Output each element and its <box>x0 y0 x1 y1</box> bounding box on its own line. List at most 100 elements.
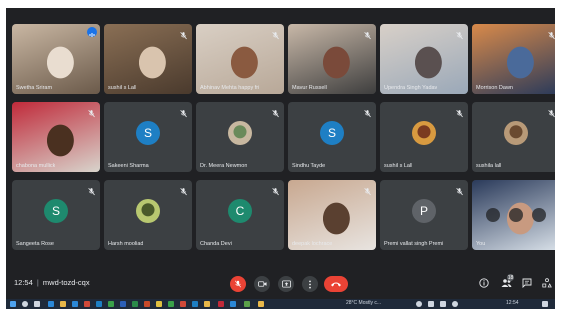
participant-video <box>472 24 555 94</box>
participant-name: Premi vallat singh Premi <box>384 241 444 247</box>
participant-tile[interactable]: P Premi vallat singh Premi <box>380 180 468 250</box>
mic-off-icon <box>271 105 280 118</box>
app-icon[interactable] <box>230 301 236 307</box>
present-icon <box>281 280 291 288</box>
participant-tile[interactable]: deepak lochrace <box>288 180 376 250</box>
people-button[interactable]: 18 <box>500 274 514 289</box>
mic-off-icon <box>455 183 464 196</box>
chrome-icon[interactable] <box>156 301 162 307</box>
participant-name: You <box>476 241 486 247</box>
participant-avatar: S <box>44 198 68 223</box>
participant-name: Chanda Devi <box>200 241 232 247</box>
notifications-icon[interactable] <box>542 301 548 307</box>
chat-button[interactable] <box>521 277 533 289</box>
participant-avatar <box>412 120 436 145</box>
participant-name: Sakeeni Sharma <box>108 163 149 169</box>
app-icon[interactable] <box>204 301 210 307</box>
edge-icon[interactable] <box>72 301 78 307</box>
app-icon[interactable] <box>180 301 186 307</box>
app-icon[interactable] <box>258 301 264 307</box>
participant-name: chabona mullick <box>16 163 56 169</box>
battery-icon[interactable] <box>440 301 446 307</box>
windows-start-icon[interactable] <box>10 301 16 307</box>
meeting-code: mwd-tozd-cqx <box>42 278 90 287</box>
participant-tile[interactable]: sushil s Lall <box>104 24 192 94</box>
mic-off-icon <box>363 183 372 196</box>
participant-name: sushila lall <box>476 163 502 169</box>
taskbar-weather[interactable]: 28°C Mostly c... <box>346 300 381 306</box>
mic-off-icon <box>271 183 280 196</box>
participant-name: deepak lochrace <box>292 241 333 247</box>
more-options-icon <box>309 279 311 289</box>
meeting-time-and-code: 12:54 | mwd-tozd-cqx <box>14 278 90 287</box>
camera-button[interactable] <box>254 276 270 292</box>
present-button[interactable] <box>278 276 294 292</box>
participant-tile[interactable]: C Chanda Devi <box>196 180 284 250</box>
leave-call-button[interactable] <box>324 276 348 292</box>
task-view-icon[interactable] <box>34 301 40 307</box>
participant-name: sushil s Lall <box>384 163 413 169</box>
app-icon[interactable] <box>96 301 102 307</box>
participant-tile[interactable]: Morrison Dawn <box>472 24 555 94</box>
frame-icon[interactable] <box>509 208 523 222</box>
participant-tile[interactable]: S Sindhu Tayde <box>288 102 376 172</box>
minimize-icon[interactable] <box>532 208 546 222</box>
participant-name: Upendra Singh Yadav <box>384 85 438 91</box>
participant-tile[interactable]: S Sakeeni Sharma <box>104 102 192 172</box>
network-icon[interactable] <box>416 301 422 307</box>
participant-tile[interactable]: Upendra Singh Yadav <box>380 24 468 94</box>
excel-icon[interactable] <box>132 301 138 307</box>
search-icon[interactable] <box>22 301 28 307</box>
participant-tile[interactable]: Abhinav Mehta happy fri <box>196 24 284 94</box>
participant-avatar: S <box>320 120 344 145</box>
taskbar-clock: 12:54 <box>506 300 519 306</box>
participant-avatar <box>228 120 252 145</box>
participant-tile[interactable]: Swetha Sriram <box>12 24 100 94</box>
participant-name: Morrison Dawn <box>476 85 513 91</box>
participant-tile[interactable]: S Sangeeta Rose <box>12 180 100 250</box>
hangup-icon <box>331 282 341 287</box>
app-icon[interactable] <box>108 301 114 307</box>
folder-icon[interactable] <box>60 301 66 307</box>
participant-name: Sangeeta Rose <box>16 241 54 247</box>
app-icon[interactable] <box>84 301 90 307</box>
camera-icon <box>257 281 267 287</box>
app-icon[interactable] <box>168 301 174 307</box>
app-icon[interactable] <box>48 301 54 307</box>
participant-tile[interactable]: Dr. Meera Newmon <box>196 102 284 172</box>
pin-icon[interactable] <box>486 208 500 222</box>
participant-tile[interactable]: You <box>472 180 555 250</box>
mic-off-icon <box>455 105 464 118</box>
participant-name: Harsh mooliad <box>108 241 144 247</box>
participant-tile[interactable]: sushila lall <box>472 102 555 172</box>
meeting-separator: | <box>36 278 39 287</box>
mic-off-icon <box>179 27 188 40</box>
app-icon[interactable] <box>244 301 250 307</box>
app-icon[interactable] <box>218 301 224 307</box>
mic-off-icon <box>455 27 464 40</box>
participant-tile[interactable]: Mavur Russell <box>288 24 376 94</box>
mic-off-icon <box>179 183 188 196</box>
participant-name: Sindhu Tayde <box>292 163 326 169</box>
mic-off-icon <box>271 27 280 40</box>
system-tray-icon[interactable] <box>452 301 458 307</box>
powerpoint-icon[interactable] <box>144 301 150 307</box>
meeting-details-button[interactable] <box>478 277 490 289</box>
chat-icon <box>522 278 532 288</box>
microphone-button[interactable] <box>230 276 246 292</box>
participant-tile[interactable]: chabona mullick <box>12 102 100 172</box>
app-icon[interactable] <box>192 301 198 307</box>
participant-tile[interactable]: Harsh mooliad <box>104 180 192 250</box>
participant-name: sushil s Lall <box>108 85 137 91</box>
participant-avatar <box>136 198 160 223</box>
word-icon[interactable] <box>120 301 126 307</box>
mic-off-icon <box>547 105 555 118</box>
participant-name: Dr. Meera Newmon <box>200 163 248 169</box>
participant-name: Abhinav Mehta happy fri <box>200 85 260 91</box>
activities-button[interactable] <box>541 277 553 289</box>
volume-icon[interactable] <box>428 301 434 307</box>
participant-tile[interactable]: sushil s Lall <box>380 102 468 172</box>
more-options-button[interactable] <box>302 276 318 292</box>
participant-avatar <box>504 120 528 145</box>
info-icon <box>479 278 489 288</box>
